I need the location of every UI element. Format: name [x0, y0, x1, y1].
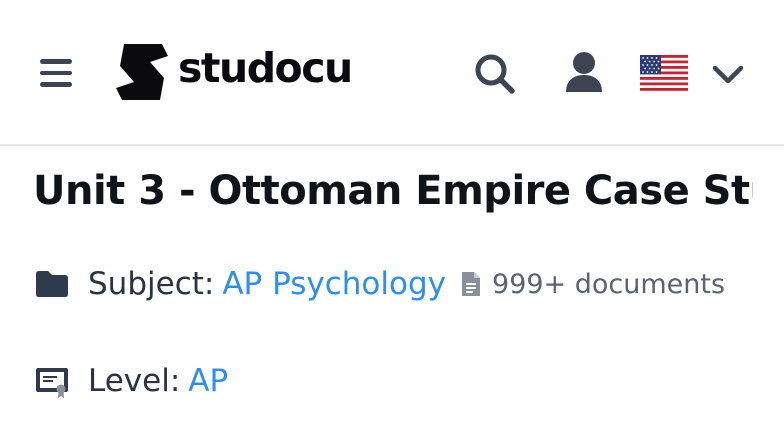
chevron-down-icon [712, 65, 744, 84]
hamburger-menu-icon[interactable] [36, 55, 76, 91]
studocu-logo-icon [116, 44, 168, 100]
certificate-icon [36, 368, 68, 398]
subject-link[interactable]: AP Psychology [222, 266, 446, 302]
studocu-logo[interactable]: studocu [110, 40, 353, 104]
us-flag-icon [640, 55, 688, 91]
language-selector[interactable] [640, 55, 688, 91]
language-dropdown-button[interactable] [708, 58, 748, 90]
top-navbar: studocu [0, 0, 784, 146]
document-title: Unit 3 - Ottoman Empire Case Study [33, 168, 753, 214]
subject-row: Subject: AP Psychology 999+ documents [34, 266, 725, 302]
user-account-button[interactable] [560, 48, 608, 98]
documents-count: 999+ documents [492, 268, 726, 300]
document-icon [462, 272, 481, 296]
brand-name: studocu [178, 44, 353, 92]
folder-icon [36, 271, 68, 297]
level-link[interactable]: AP [188, 363, 228, 399]
search-button[interactable] [470, 50, 520, 98]
user-icon [566, 52, 602, 92]
search-icon [475, 54, 515, 94]
level-row: Level: AP [34, 363, 228, 399]
level-label: Level: [88, 363, 181, 399]
subject-label: Subject: [88, 266, 215, 302]
